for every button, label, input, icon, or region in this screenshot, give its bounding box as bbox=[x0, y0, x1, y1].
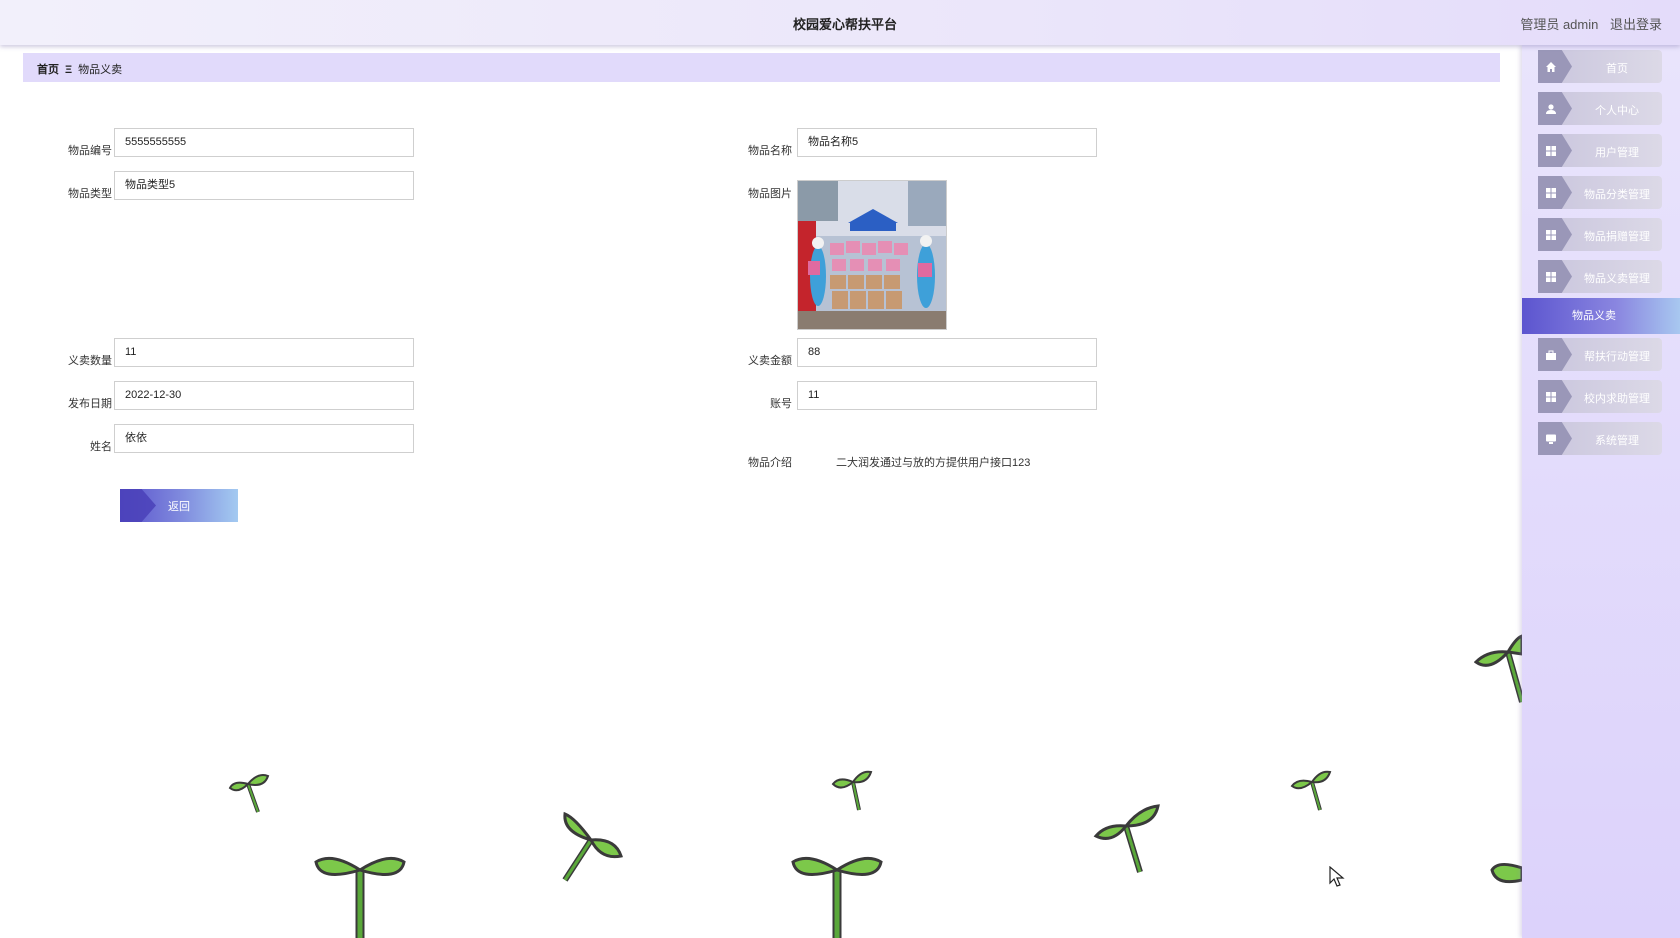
item-image bbox=[797, 180, 947, 330]
item-type-label: 物品类型 bbox=[68, 188, 112, 200]
sidebar-item-sales-mgmt[interactable]: 物品义卖管理 bbox=[1538, 260, 1662, 293]
intro-text: 二大润发通过与放的方提供用户接口123 bbox=[836, 457, 1031, 469]
sidebar-item-help[interactable]: 校内求助管理 bbox=[1538, 380, 1662, 413]
grid-icon bbox=[1546, 391, 1556, 402]
grid-icon bbox=[1546, 271, 1556, 282]
mouse-cursor-icon bbox=[1329, 866, 1345, 887]
sidebar-item-profile[interactable]: 个人中心 bbox=[1538, 92, 1662, 125]
item-image-label: 物品图片 bbox=[748, 188, 792, 200]
briefcase-icon bbox=[1546, 350, 1556, 360]
item-name-label: 物品名称 bbox=[748, 145, 792, 157]
breadcrumb-home[interactable]: 首页 bbox=[37, 64, 59, 76]
sidebar-item-label: 用户管理 bbox=[1595, 147, 1639, 159]
sidebar-item-categories[interactable]: 物品分类管理 bbox=[1538, 176, 1662, 209]
chevron-right-icon bbox=[120, 489, 156, 522]
sidebar-item-label: 个人中心 bbox=[1595, 105, 1639, 117]
sidebar: 首页 个人中心 用户管理 物品分类管理 物品捐赠管理 物品义卖管理 物品义卖 帮… bbox=[1522, 45, 1680, 938]
top-header: 校园爱心帮扶平台 管理员 admin 退出登录 bbox=[0, 0, 1680, 45]
name-label: 姓名 bbox=[90, 441, 112, 453]
sale-amount-label: 义卖金额 bbox=[748, 355, 792, 367]
name-field[interactable]: 依依 bbox=[114, 424, 414, 453]
sprout-icon bbox=[1474, 634, 1522, 703]
sidebar-item-home[interactable]: 首页 bbox=[1538, 50, 1662, 83]
logout-link[interactable]: 退出登录 bbox=[1610, 17, 1662, 32]
grid-icon bbox=[1546, 229, 1556, 240]
app-title: 校园爱心帮扶平台 bbox=[792, 17, 897, 32]
monitor-icon bbox=[1546, 434, 1556, 444]
breadcrumb-current: 物品义卖 bbox=[78, 64, 123, 76]
sale-qty-label: 义卖数量 bbox=[68, 355, 112, 367]
sprout-icon bbox=[1093, 804, 1160, 873]
sidebar-item-label: 校内求助管理 bbox=[1584, 393, 1650, 405]
sprout-icon bbox=[791, 856, 883, 938]
user-area: 管理员 admin 退出登录 bbox=[1520, 14, 1662, 33]
item-no-field[interactable]: 5555555555 bbox=[114, 128, 414, 157]
sidebar-item-sales-active[interactable]: 物品义卖 bbox=[1522, 298, 1680, 334]
user-label: 管理员 admin bbox=[1520, 17, 1599, 32]
sidebar-item-label: 物品义卖管理 bbox=[1584, 273, 1650, 285]
back-button[interactable]: 返回 bbox=[120, 489, 238, 522]
back-button-label: 返回 bbox=[168, 500, 190, 513]
publish-date-label: 发布日期 bbox=[68, 398, 112, 410]
sidebar-item-donations[interactable]: 物品捐赠管理 bbox=[1538, 218, 1662, 251]
account-field[interactable]: 11 bbox=[797, 381, 1097, 410]
sidebar-item-label: 首页 bbox=[1606, 63, 1628, 75]
breadcrumb: 首页 Ξ 物品义卖 bbox=[23, 53, 1500, 82]
item-name-field[interactable]: 物品名称5 bbox=[797, 128, 1097, 157]
grid-icon bbox=[1546, 187, 1556, 198]
sidebar-item-users[interactable]: 用户管理 bbox=[1538, 134, 1662, 167]
sprout-icon bbox=[562, 811, 623, 882]
user-icon bbox=[1546, 103, 1556, 114]
sidebar-item-label: 帮扶行动管理 bbox=[1584, 351, 1650, 363]
sidebar-item-label: 物品捐赠管理 bbox=[1584, 231, 1650, 243]
sprout-icon bbox=[1490, 863, 1522, 884]
grid-icon bbox=[1546, 145, 1556, 156]
sprout-icon bbox=[228, 774, 270, 813]
breadcrumb-separator: Ξ bbox=[65, 64, 73, 76]
publish-date-field[interactable]: 2022-12-30 bbox=[114, 381, 414, 410]
sidebar-item-system[interactable]: 系统管理 bbox=[1538, 422, 1662, 455]
item-type-field[interactable]: 物品类型5 bbox=[114, 171, 414, 200]
sidebar-item-label: 物品分类管理 bbox=[1584, 189, 1650, 201]
sidebar-item-label: 系统管理 bbox=[1595, 435, 1639, 447]
sale-amount-field[interactable]: 88 bbox=[797, 338, 1097, 367]
item-no-label: 物品编号 bbox=[68, 145, 112, 157]
sidebar-item-actions[interactable]: 帮扶行动管理 bbox=[1538, 338, 1662, 371]
home-icon bbox=[1546, 61, 1556, 72]
sprout-icon bbox=[314, 856, 406, 938]
intro-label: 物品介绍 bbox=[748, 457, 792, 469]
account-label: 账号 bbox=[770, 398, 792, 410]
sale-qty-field[interactable]: 11 bbox=[114, 338, 414, 367]
sprout-icon bbox=[831, 770, 873, 811]
sprout-icon bbox=[1290, 770, 1332, 811]
